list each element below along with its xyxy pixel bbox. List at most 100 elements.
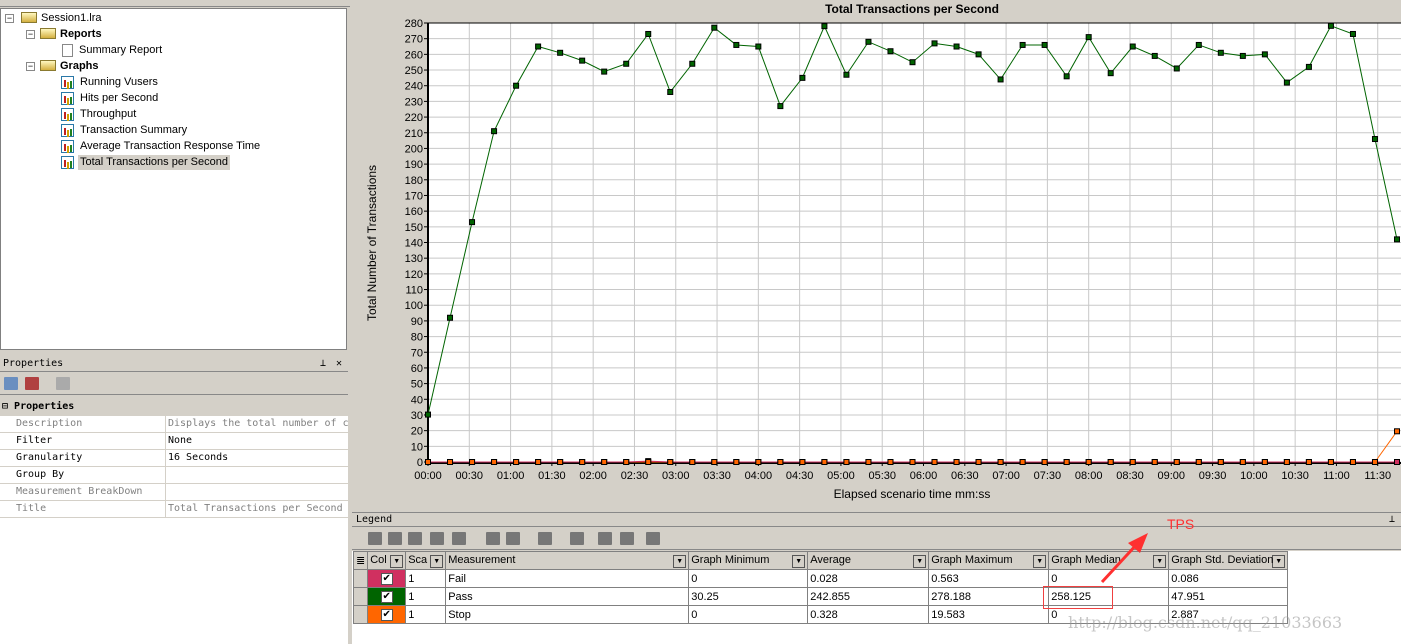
data-point-stop: [1151, 459, 1158, 465]
data-point-stop: [1085, 459, 1092, 465]
property-row[interactable]: Measurement BreakDown: [0, 484, 348, 501]
legend-tool-icon[interactable]: [388, 532, 402, 545]
sort-alpha-icon[interactable]: [25, 377, 39, 390]
column-header[interactable]: ▼ Graph Maximum: [928, 551, 1050, 570]
row-header[interactable]: [352, 569, 369, 588]
tree-item-graphs[interactable]: Graphs: [60, 59, 99, 74]
visibility-checkbox[interactable]: ✔: [380, 591, 393, 603]
legend-tool-icon[interactable]: [538, 532, 552, 545]
pin-icon[interactable]: ⊥: [320, 357, 326, 371]
legend-tool-icon[interactable]: [408, 532, 422, 545]
dropdown-icon[interactable]: ▼: [792, 554, 806, 568]
std-cell: 47.951: [1168, 587, 1289, 606]
tree-item-graph[interactable]: Hits per Second: [78, 91, 160, 106]
min-cell: 30.25: [688, 587, 809, 606]
property-value[interactable]: 16 Seconds: [166, 450, 348, 466]
series-color[interactable]: ✔: [367, 587, 407, 606]
legend-tool-icon[interactable]: [486, 532, 500, 545]
properties-toolbar: [0, 373, 348, 395]
data-point-pass: [1305, 63, 1312, 70]
legend-tool-icon[interactable]: [598, 532, 612, 545]
legend-row[interactable]: ✔ 1 Pass 30.25 242.855 278.188 258.125 47.951: [352, 587, 1289, 606]
x-tick-label: 06:00: [910, 470, 938, 482]
series-color[interactable]: ✔: [367, 569, 407, 588]
series-color[interactable]: ✔: [367, 605, 407, 624]
tree-item-graph[interactable]: Total Transactions per Second: [78, 155, 230, 170]
row-header-corner[interactable]: ≣: [352, 551, 369, 570]
legend-tool-icon[interactable]: [368, 532, 382, 545]
property-pages-icon[interactable]: [56, 377, 70, 390]
pin-icon[interactable]: ⊥: [1389, 513, 1395, 527]
collapse-icon[interactable]: −: [26, 30, 35, 39]
tree-item-summary-report[interactable]: Summary Report: [79, 43, 162, 58]
close-icon[interactable]: ✕: [336, 357, 342, 371]
column-header[interactable]: ▼ Graph Std. Deviation: [1168, 551, 1289, 570]
collapse-icon[interactable]: −: [5, 14, 14, 23]
data-point-pass: [1217, 49, 1224, 56]
property-row[interactable]: Description Displays the total number of …: [0, 416, 348, 433]
categorized-icon[interactable]: [4, 377, 18, 390]
property-name: Filter: [0, 433, 166, 449]
column-header[interactable]: ▼ Sca: [405, 551, 447, 570]
y-tick-label: 210: [405, 128, 423, 140]
dropdown-icon[interactable]: ▼: [1272, 554, 1286, 568]
column-header[interactable]: ▼ Measurement: [445, 551, 690, 570]
data-point-stop: [1283, 459, 1290, 465]
avg-cell: 0.328: [807, 605, 930, 624]
dropdown-icon[interactable]: ▼: [1033, 554, 1047, 568]
visibility-checkbox[interactable]: ✔: [380, 573, 393, 585]
row-header[interactable]: [352, 587, 369, 606]
property-value[interactable]: None: [166, 433, 348, 449]
session-icon: [21, 12, 37, 23]
x-tick-label: 02:00: [579, 470, 607, 482]
data-point-stop: [711, 459, 718, 465]
legend-tool-icon[interactable]: [430, 532, 444, 545]
column-header[interactable]: ▼ Average: [807, 551, 930, 570]
tree-item-graph[interactable]: Transaction Summary: [78, 123, 189, 138]
column-header[interactable]: ▼ Graph Minimum: [688, 551, 809, 570]
graph-icon: [61, 108, 74, 121]
data-point-stop: [843, 459, 850, 465]
data-point-stop: [557, 459, 564, 465]
tree-item-session[interactable]: Session1.lra: [41, 11, 102, 26]
y-tick-label: 90: [411, 316, 423, 328]
dropdown-icon[interactable]: ▼: [673, 554, 687, 568]
property-value[interactable]: Displays the total number of c: [166, 416, 348, 432]
max-cell: 0.563: [928, 569, 1050, 588]
legend-tool-icon[interactable]: [506, 532, 520, 545]
tree-item-graph[interactable]: Throughput: [78, 107, 138, 122]
data-point-pass: [1394, 236, 1400, 243]
legend-tool-icon[interactable]: [452, 532, 466, 545]
property-row[interactable]: Group By: [0, 467, 348, 484]
properties-panel-header: Properties ✕ ⊥: [0, 357, 348, 372]
row-header[interactable]: [352, 605, 369, 624]
tree-item-graph[interactable]: Average Transaction Response Time: [78, 139, 262, 154]
property-row[interactable]: Title Total Transactions per Second: [0, 501, 348, 518]
property-row[interactable]: Filter None: [0, 433, 348, 450]
collapse-icon[interactable]: −: [26, 62, 35, 71]
column-header[interactable]: ▼ Col: [367, 551, 407, 570]
property-value[interactable]: [166, 484, 348, 500]
scale-cell: 1: [405, 569, 447, 588]
data-point-stop: [1217, 459, 1224, 465]
visibility-checkbox[interactable]: ✔: [380, 609, 393, 621]
data-point-stop: [579, 459, 586, 465]
property-value[interactable]: [166, 467, 348, 483]
property-value[interactable]: Total Transactions per Second: [166, 501, 348, 517]
y-axis-label: Total Number of Transactions: [365, 165, 379, 321]
property-row[interactable]: Granularity 16 Seconds: [0, 450, 348, 467]
tree-item-reports[interactable]: Reports: [60, 27, 102, 42]
legend-tool-icon[interactable]: [646, 532, 660, 545]
legend-tool-icon[interactable]: [570, 532, 584, 545]
dropdown-icon[interactable]: ▼: [390, 554, 404, 568]
dropdown-icon[interactable]: ▼: [913, 554, 927, 568]
data-point-stop: [1239, 459, 1246, 465]
x-tick-label: 11:00: [1323, 470, 1350, 482]
data-point-stop: [931, 459, 938, 465]
legend-tool-icon[interactable]: [620, 532, 634, 545]
tree-item-graph[interactable]: Running Vusers: [78, 75, 160, 90]
properties-section[interactable]: ⊟ Properties: [0, 399, 74, 415]
data-point-pass: [997, 76, 1004, 83]
graph-icon: [61, 124, 74, 137]
dropdown-icon[interactable]: ▼: [430, 554, 444, 568]
